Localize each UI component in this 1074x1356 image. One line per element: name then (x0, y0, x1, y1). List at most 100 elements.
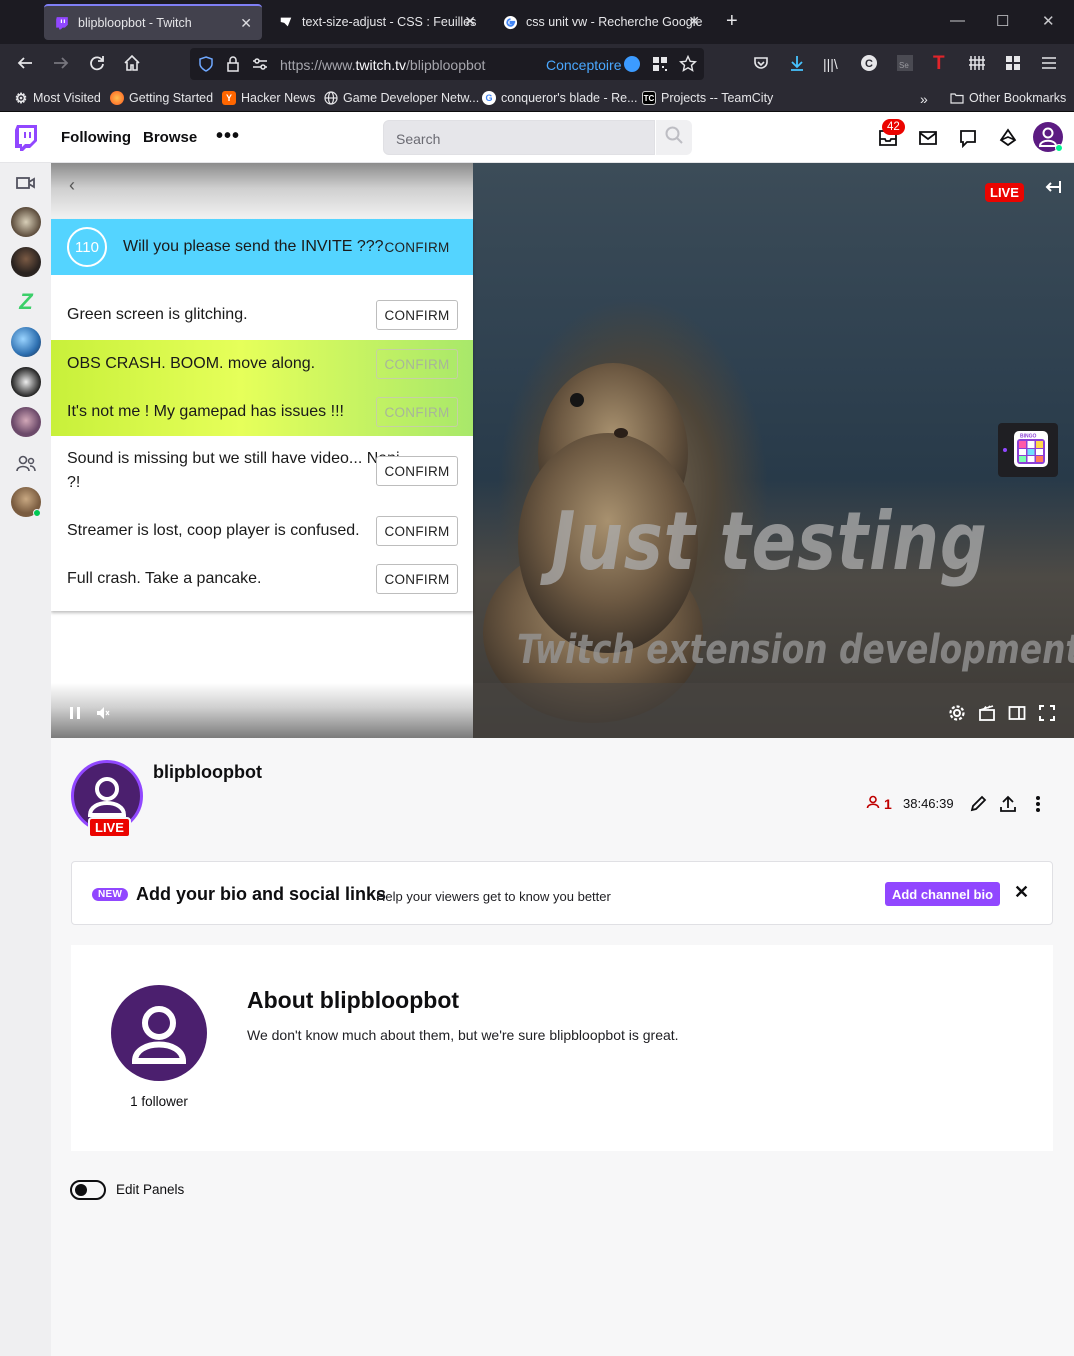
search-button[interactable] (656, 120, 692, 155)
theatre-mode-icon[interactable] (1007, 704, 1027, 722)
downloads-icon[interactable] (788, 54, 806, 76)
bingo-extension-button[interactable]: BINGO (998, 423, 1058, 477)
mdn-favicon-icon (278, 14, 294, 30)
online-status-dot (1055, 144, 1063, 152)
tab-twitch[interactable]: blipbloopbot - Twitch ✕ (44, 4, 262, 40)
bits-gem-icon[interactable] (997, 127, 1019, 149)
twitch-logo-icon[interactable] (14, 124, 38, 152)
bookmark-hacker-news[interactable]: Y Hacker News (222, 91, 315, 105)
edit-panels-toggle[interactable] (70, 1180, 106, 1200)
extension-c-icon[interactable]: C (860, 54, 878, 76)
nav-following[interactable]: Following (61, 129, 131, 146)
bookmark-other[interactable]: Other Bookmarks (950, 91, 1066, 105)
channel-avatar[interactable]: Z (11, 287, 41, 317)
url-prefix: https://www. (280, 57, 356, 73)
share-upload-icon[interactable] (998, 794, 1018, 814)
close-icon[interactable]: ✕ (464, 13, 476, 30)
extension-t-icon[interactable]: T (933, 54, 945, 74)
container-label[interactable]: Conceptoire (546, 57, 622, 73)
add-channel-bio-button[interactable]: Add channel bio (885, 882, 1000, 906)
url-bar[interactable]: https://www.twitch.tv/blipbloopbot Conce… (190, 48, 704, 80)
video-player[interactable]: ‹ 110 Will you please send the INVITE ??… (51, 163, 1074, 738)
bookmark-star-icon[interactable] (678, 54, 698, 78)
bookmark-game-dev[interactable]: Game Developer Netw... (324, 91, 479, 105)
chevron-more-icon[interactable]: » (920, 91, 928, 107)
channel-avatar[interactable] (11, 207, 41, 237)
confirm-button[interactable]: CONFIRM (376, 516, 458, 546)
collapse-arrow-icon[interactable] (1044, 179, 1062, 200)
bookmark-teamcity[interactable]: TC Projects -- TeamCity (642, 91, 773, 105)
live-badge: LIVE (985, 183, 1024, 202)
channel-avatar[interactable] (11, 407, 41, 437)
chevron-left-icon[interactable]: ‹ (69, 175, 75, 196)
confirm-button[interactable]: CONFIRM (376, 349, 458, 379)
tab-mdn[interactable]: text-size-adjust - CSS : Feuilles d ✕ (268, 4, 486, 40)
reload-icon[interactable] (88, 54, 106, 76)
qr-code-icon[interactable] (652, 56, 668, 77)
confirm-button[interactable]: CONFIRM (376, 564, 458, 594)
viewer-count: 1 (866, 795, 892, 812)
volume-icon[interactable] (94, 704, 114, 722)
follower-count: 1 follower (130, 1094, 188, 1109)
confirm-button[interactable]: CONFIRM (376, 397, 458, 427)
shield-icon[interactable] (198, 56, 214, 77)
library-icon[interactable]: |||\ (823, 54, 838, 74)
tab-google[interactable]: css unit vw - Recherche Google ✕ (492, 4, 710, 40)
more-icon[interactable]: ••• (216, 125, 240, 148)
channel-avatar[interactable] (11, 247, 41, 277)
search-input[interactable]: Search (383, 120, 655, 155)
recommended-users-icon[interactable] (16, 455, 36, 478)
live-status-dot (33, 509, 41, 517)
nav-browse[interactable]: Browse (143, 129, 197, 146)
more-vertical-icon[interactable] (1028, 794, 1048, 814)
pocket-icon[interactable] (752, 54, 770, 76)
about-panel: 1 follower About blipbloopbot We don't k… (71, 945, 1053, 1151)
bookmark-label: Getting Started (129, 91, 214, 105)
window-close-icon[interactable]: ✕ (1042, 12, 1055, 30)
home-icon[interactable] (123, 54, 141, 76)
url-text[interactable]: https://www.twitch.tv/blipbloopbot (280, 57, 485, 73)
extension-grid-icon[interactable] (968, 54, 986, 76)
menu-icon[interactable] (1040, 54, 1058, 76)
pause-icon[interactable] (65, 704, 85, 722)
edit-panels-label: Edit Panels (116, 1182, 185, 1197)
clip-clapper-icon[interactable] (977, 704, 997, 722)
channel-avatar[interactable] (11, 327, 41, 357)
bookmark-label: Projects -- TeamCity (661, 91, 774, 105)
new-tab-icon[interactable]: + (726, 10, 738, 33)
permissions-icon[interactable] (252, 57, 268, 76)
minimize-icon[interactable]: — (950, 12, 965, 29)
user-avatar[interactable] (1033, 122, 1063, 152)
maximize-icon[interactable]: ☐ (996, 12, 1009, 30)
channel-avatar[interactable] (11, 487, 41, 517)
bookmark-label: conqueror's blade - Re... (501, 91, 638, 105)
close-icon[interactable]: ✕ (240, 15, 252, 32)
channel-avatar[interactable] (11, 367, 41, 397)
forward-icon[interactable] (52, 54, 70, 76)
bookmark-most-visited[interactable]: ⚙ Most Visited (14, 90, 101, 106)
bookmark-conquerors-blade[interactable]: G conqueror's blade - Re... (482, 91, 638, 105)
confirm-button[interactable]: CONFIRM (376, 456, 458, 486)
edit-pencil-icon[interactable] (968, 794, 988, 814)
confirm-button[interactable]: CONFIRM (376, 232, 458, 262)
whispers-mail-icon[interactable] (917, 127, 939, 149)
extensions-icon[interactable] (1004, 54, 1022, 76)
camera-icon[interactable] (16, 175, 36, 196)
channel-live-badge: LIVE (88, 817, 131, 838)
search-icon (664, 125, 684, 150)
tab-title: css unit vw - Recherche Google (526, 15, 703, 29)
bookmark-getting-started[interactable]: Getting Started (110, 91, 213, 105)
lock-icon[interactable] (226, 56, 240, 77)
close-icon[interactable]: ✕ (1014, 882, 1029, 903)
bookmarks-bar: ⚙ Most Visited Getting Started Y Hacker … (0, 86, 1074, 112)
globe-icon (324, 91, 338, 105)
fullscreen-icon[interactable] (1037, 704, 1057, 722)
extension-se-icon[interactable]: Se (896, 54, 914, 76)
confirm-button[interactable]: CONFIRM (376, 300, 458, 330)
back-icon[interactable] (16, 54, 34, 76)
close-icon[interactable]: ✕ (688, 13, 700, 30)
channel-name[interactable]: blipbloopbot (153, 762, 262, 783)
container-dot-icon (624, 56, 640, 72)
chat-bubble-icon[interactable] (957, 127, 979, 149)
settings-gear-icon[interactable] (947, 704, 967, 722)
